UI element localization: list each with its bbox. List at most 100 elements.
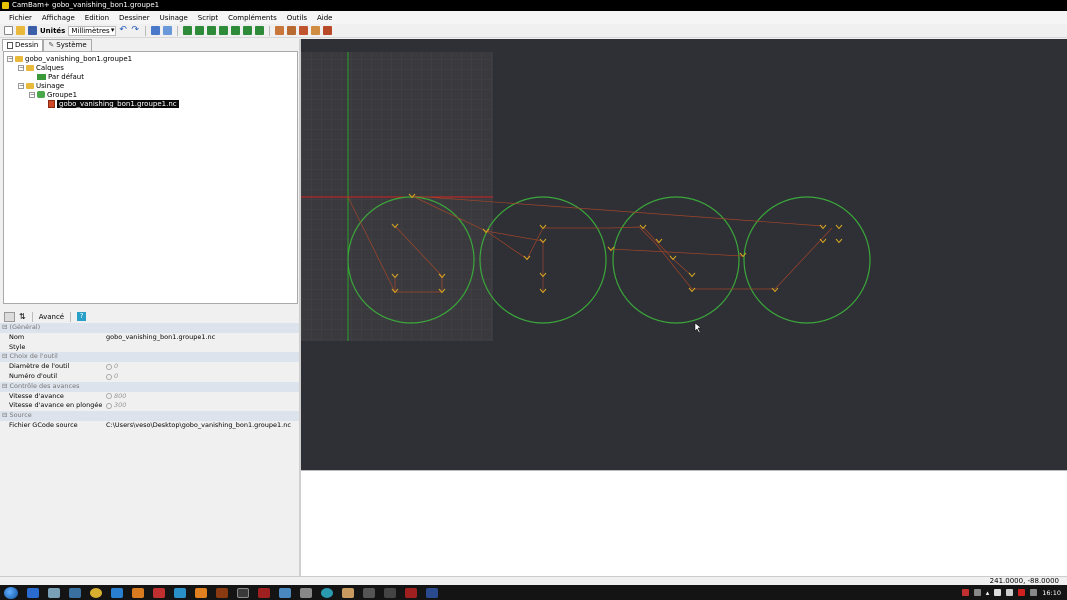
machining-pocket-icon[interactable]: [287, 26, 297, 35]
property-fichier[interactable]: Fichier GCode source C:\Users\veso\Deskt…: [0, 421, 300, 431]
taskbar-app-icon[interactable]: [195, 587, 207, 598]
taskbar-app-icon[interactable]: [69, 587, 81, 598]
tree-item-calques[interactable]: − Calques: [18, 63, 64, 72]
menu-affichage[interactable]: Affichage: [37, 14, 80, 22]
draw-text-icon[interactable]: [231, 26, 241, 35]
machining-3d-icon[interactable]: [323, 26, 333, 35]
taskbar-app-icon[interactable]: [27, 587, 39, 598]
default-value-icon[interactable]: [106, 403, 112, 410]
machining-profile-icon[interactable]: [275, 26, 285, 35]
file-explorer-icon[interactable]: [48, 587, 60, 598]
save-icon[interactable]: [28, 26, 37, 35]
volume-icon[interactable]: [1006, 589, 1014, 596]
photoshop-icon[interactable]: [426, 587, 438, 598]
drawing-canvas[interactable]: [301, 39, 1067, 470]
property-vitesse[interactable]: Vitesse d'avance 800: [0, 392, 300, 402]
default-value-icon[interactable]: [106, 373, 112, 380]
collapse-icon[interactable]: −: [18, 82, 24, 89]
collapse-icon[interactable]: −: [7, 55, 13, 62]
tray-app-icon[interactable]: [973, 589, 981, 596]
tree-item-usinage[interactable]: − Usinage: [18, 81, 64, 90]
categorized-view-icon[interactable]: [4, 311, 15, 322]
units-select[interactable]: Millimètres: [68, 25, 117, 36]
machining-drill-icon[interactable]: [299, 26, 309, 35]
category-outil[interactable]: ⊟ Choix de l'outil: [0, 352, 300, 363]
draw-arc-icon[interactable]: [243, 26, 253, 35]
taskbar-app-icon[interactable]: [258, 587, 270, 598]
category-source[interactable]: ⊟ Source: [0, 411, 300, 421]
windows-start-icon[interactable]: [4, 586, 18, 599]
taskbar-app-icon[interactable]: [111, 587, 123, 598]
open-folder-icon[interactable]: [16, 26, 25, 35]
help-icon[interactable]: ?: [77, 312, 87, 321]
property-nom[interactable]: Nom gobo_vanishing_bon1.groupe1.nc: [0, 333, 300, 343]
circle-3[interactable]: [612, 196, 740, 324]
property-style[interactable]: Style: [0, 343, 300, 353]
tree-item-groupe1[interactable]: − Groupe1: [29, 90, 77, 99]
menu-edition[interactable]: Edition: [80, 14, 114, 22]
undo-icon[interactable]: ↶: [119, 26, 128, 35]
property-value[interactable]: C:\Users\veso\Desktop\gobo_vanishing_bon…: [106, 421, 300, 431]
advanced-button[interactable]: Avancé: [39, 313, 64, 321]
vlc-icon[interactable]: [132, 587, 144, 598]
menu-complements[interactable]: Compléments: [223, 14, 282, 22]
property-value[interactable]: 0: [114, 372, 118, 382]
default-value-icon[interactable]: [106, 393, 112, 400]
taskbar-app-icon[interactable]: [279, 587, 291, 598]
collapse-icon[interactable]: −: [18, 64, 24, 71]
tree-item-nc-file[interactable]: gobo_vanishing_bon1.groupe1.nc: [48, 99, 179, 108]
draw-polyline-icon[interactable]: [183, 26, 193, 35]
property-numero[interactable]: Numéro d'outil 0: [0, 372, 300, 382]
tray-app-icon[interactable]: [961, 589, 969, 596]
taskbar-app-icon[interactable]: [300, 587, 312, 598]
draw-point-icon[interactable]: [207, 26, 217, 35]
sort-alpha-icon[interactable]: ⇅: [19, 312, 26, 321]
property-value[interactable]: gobo_vanishing_bon1.groupe1.nc: [106, 333, 300, 343]
menu-dessiner[interactable]: Dessiner: [114, 14, 155, 22]
property-plongee[interactable]: Vitesse d'avance en plongée 300: [0, 401, 300, 411]
cambam-taskbar-icon[interactable]: [237, 587, 249, 598]
property-value[interactable]: 300: [114, 401, 126, 411]
tray-app-icon[interactable]: [1030, 589, 1038, 596]
collapse-icon[interactable]: −: [29, 91, 35, 98]
tray-expand-icon[interactable]: ▴: [986, 589, 990, 597]
redo-icon[interactable]: ↷: [131, 26, 140, 35]
chrome-icon[interactable]: [90, 587, 102, 598]
tab-systeme[interactable]: ✎ Système: [43, 39, 92, 51]
message-console[interactable]: [301, 470, 1067, 576]
taskbar-app-icon[interactable]: [384, 587, 396, 598]
taskbar-app-icon[interactable]: [321, 587, 333, 598]
draw-circle-icon[interactable]: [195, 26, 205, 35]
view-grid-icon[interactable]: [151, 26, 161, 35]
taskbar-app-icon[interactable]: [405, 587, 417, 598]
taskbar-app-icon[interactable]: [174, 587, 186, 598]
tree-item-root[interactable]: − gobo_vanishing_bon1.groupe1: [7, 54, 132, 63]
property-value[interactable]: 0: [114, 362, 118, 372]
taskbar-app-icon[interactable]: [363, 587, 375, 598]
draw-rectangle-icon[interactable]: [219, 26, 229, 35]
default-value-icon[interactable]: [106, 364, 112, 371]
circle-4[interactable]: [743, 196, 871, 324]
property-value[interactable]: 800: [114, 392, 126, 402]
illustrator-icon[interactable]: [216, 587, 228, 598]
menu-outils[interactable]: Outils: [282, 14, 312, 22]
taskbar-app-icon[interactable]: [153, 587, 165, 598]
network-icon[interactable]: [994, 589, 1002, 596]
tree-item-par-defaut[interactable]: Par défaut: [37, 72, 84, 81]
draw-polygon-icon[interactable]: [255, 26, 265, 35]
tab-dessin[interactable]: Dessin: [2, 39, 44, 51]
machining-engrave-icon[interactable]: [311, 26, 321, 35]
taskbar-clock[interactable]: 16:10: [1042, 589, 1061, 597]
menu-aide[interactable]: Aide: [312, 14, 337, 22]
category-general[interactable]: ⊟ (Général): [0, 323, 300, 333]
menu-script[interactable]: Script: [193, 14, 223, 22]
view-table-icon[interactable]: [163, 26, 173, 35]
tray-app-icon[interactable]: [1018, 589, 1026, 596]
category-avances[interactable]: ⊟ Contrôle des avances: [0, 381, 300, 392]
drawing-view[interactable]: [301, 39, 1067, 470]
taskbar-app-icon[interactable]: [342, 587, 354, 598]
new-file-icon[interactable]: [4, 26, 13, 35]
property-value[interactable]: [106, 343, 300, 353]
menu-fichier[interactable]: Fichier: [4, 14, 37, 22]
menu-usinage[interactable]: Usinage: [155, 14, 193, 22]
